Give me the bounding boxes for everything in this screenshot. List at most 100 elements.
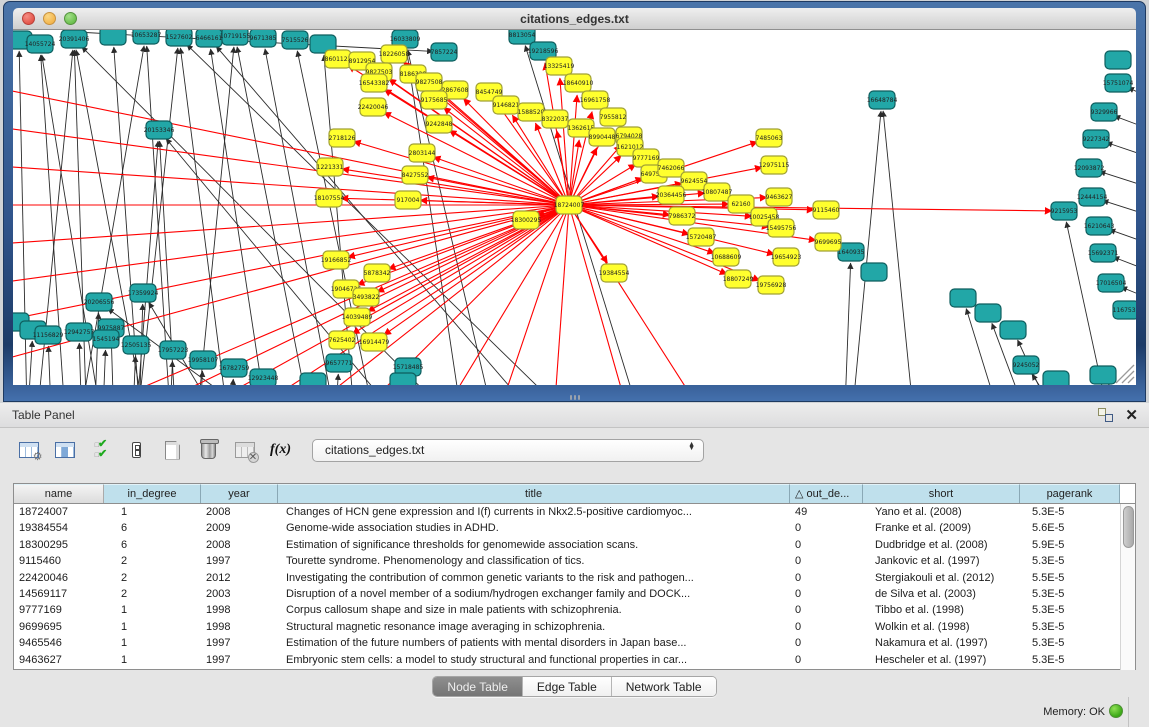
table-row[interactable]: 946554611997Estimation of the future num… bbox=[14, 635, 1135, 651]
graph-node[interactable]: 7625402 bbox=[329, 331, 356, 349]
network-canvas[interactable]: 1405572420391406106532871527602646616110… bbox=[13, 30, 1136, 385]
graph-node[interactable]: 9215953 bbox=[1051, 202, 1078, 220]
table-row[interactable]: 911546021997Tourette syndrome. Phenomeno… bbox=[14, 553, 1135, 569]
tab-edge-table[interactable]: Edge Table bbox=[523, 677, 612, 696]
column-header-title[interactable]: title bbox=[278, 484, 790, 503]
graph-edge-black[interactable] bbox=[1109, 385, 1136, 386]
graph-node[interactable]: 12093872 bbox=[1074, 159, 1105, 177]
graph-node[interactable]: 12942757 bbox=[64, 323, 95, 341]
graph-node[interactable]: 9827508 bbox=[416, 73, 443, 91]
graph-node[interactable]: 18226058 bbox=[379, 45, 410, 63]
graph-edge-black[interactable] bbox=[166, 139, 433, 386]
graph-node[interactable]: 6466161 bbox=[196, 30, 223, 47]
selection-mode-icon[interactable] bbox=[124, 438, 149, 463]
graph-edge-black[interactable] bbox=[193, 47, 234, 385]
new-document-icon[interactable] bbox=[160, 438, 185, 463]
graph-node[interactable] bbox=[390, 373, 416, 385]
graph-node[interactable]: 5878342 bbox=[364, 264, 391, 282]
graph-node[interactable]: 1527602 bbox=[166, 30, 193, 46]
graph-node[interactable]: 19756928 bbox=[756, 276, 787, 294]
graph-node[interactable]: 16782759 bbox=[219, 359, 250, 377]
column-visibility-icon[interactable] bbox=[52, 438, 77, 463]
graph-edge-black[interactable] bbox=[79, 343, 83, 385]
graph-edge-black[interactable] bbox=[211, 49, 273, 385]
column-header-name[interactable]: name bbox=[14, 484, 104, 503]
function-builder-icon[interactable]: f(x) bbox=[268, 438, 293, 463]
close-panel-icon[interactable]: ✕ bbox=[1125, 406, 1138, 424]
panel-splitter-handle[interactable] bbox=[567, 393, 583, 401]
graph-node[interactable]: 9242848 bbox=[426, 115, 453, 133]
vertical-scrollbar[interactable] bbox=[1120, 504, 1135, 670]
graph-edge-black[interactable] bbox=[180, 48, 233, 385]
graph-node[interactable]: 9463627 bbox=[766, 188, 793, 206]
column-header-pagerank[interactable]: pagerank bbox=[1020, 484, 1120, 503]
graph-node[interactable]: 1545194 bbox=[93, 330, 120, 348]
graph-edge-black[interactable] bbox=[168, 361, 173, 385]
window-titlebar[interactable]: citations_edges.txt bbox=[13, 8, 1136, 30]
graph-node[interactable] bbox=[1043, 371, 1069, 385]
graph-edge-red[interactable] bbox=[553, 205, 569, 385]
graph-edge-black[interactable] bbox=[101, 350, 106, 385]
column-header-out_degree[interactable]: △ out_de... bbox=[790, 484, 863, 503]
graph-node[interactable]: 7485063 bbox=[756, 129, 783, 147]
table-row[interactable]: 2242004622012Investigating the contribut… bbox=[14, 570, 1135, 586]
graph-node[interactable]: 14039489 bbox=[342, 308, 373, 326]
graph-node[interactable]: 9329966 bbox=[1091, 103, 1118, 121]
tab-node-table[interactable]: Node Table bbox=[433, 677, 523, 696]
graph-node[interactable]: 7462066 bbox=[658, 159, 685, 177]
graph-node[interactable]: 19384554 bbox=[599, 264, 630, 282]
graph-edge-black[interactable] bbox=[237, 47, 318, 385]
graph-node[interactable]: 12444154 bbox=[1077, 188, 1108, 206]
graph-node[interactable]: 12505135 bbox=[121, 336, 152, 354]
graph-node[interactable] bbox=[1090, 366, 1116, 384]
graph-edge-red[interactable] bbox=[13, 125, 569, 205]
graph-node[interactable]: 8427552 bbox=[402, 166, 429, 184]
graph-node[interactable]: 1588520 bbox=[518, 103, 545, 121]
graph-node[interactable]: 18807249 bbox=[723, 270, 754, 288]
row-check-selection-icon[interactable]: □✔□✔ bbox=[88, 438, 113, 463]
graph-node[interactable]: 9175685 bbox=[421, 91, 448, 109]
graph-node[interactable]: 12975115 bbox=[759, 156, 790, 174]
column-header-short[interactable]: short bbox=[863, 484, 1020, 503]
graph-node[interactable]: 15720487 bbox=[686, 228, 717, 246]
graph-node[interactable]: 1640935 bbox=[838, 243, 865, 261]
graph-node[interactable]: 18724007 bbox=[554, 196, 585, 214]
graph-node[interactable]: 9245052 bbox=[1013, 356, 1040, 374]
graph-node[interactable]: 20364456 bbox=[656, 186, 687, 204]
graph-edge-black[interactable] bbox=[1106, 143, 1136, 166]
graph-node[interactable]: 9227342 bbox=[1083, 130, 1110, 148]
graph-edge-red[interactable] bbox=[569, 205, 633, 385]
graph-node[interactable]: 16914479 bbox=[359, 333, 390, 351]
graph-node[interactable]: 1221331 bbox=[317, 158, 344, 176]
graph-node[interactable]: 18640910 bbox=[563, 74, 594, 92]
column-header-year[interactable]: year bbox=[201, 484, 278, 503]
graph-node[interactable]: 9146821 bbox=[493, 96, 520, 114]
graph-node[interactable]: 17957223 bbox=[158, 341, 189, 359]
graph-node[interactable]: 13325419 bbox=[544, 57, 575, 75]
table-row[interactable]: 946362711997Embryonic stem cells: a mode… bbox=[14, 652, 1135, 668]
table-row[interactable]: 977716911998Corpus callosum shape and si… bbox=[14, 602, 1135, 618]
graph-node[interactable]: 18107554 bbox=[314, 189, 345, 207]
create-table-settings-icon[interactable]: ⚙ bbox=[16, 438, 41, 463]
graph-node[interactable]: 17016504 bbox=[1096, 274, 1127, 292]
graph-node[interactable]: 8601123 bbox=[325, 50, 352, 68]
table-row[interactable]: 1456911722003Disruption of a novel membe… bbox=[14, 586, 1135, 602]
resize-grip-icon[interactable] bbox=[1116, 365, 1134, 383]
graph-node[interactable]: 15495756 bbox=[766, 219, 797, 237]
graph-node[interactable] bbox=[950, 289, 976, 307]
close-window-button[interactable] bbox=[22, 12, 35, 25]
graph-edge-black[interactable] bbox=[883, 111, 918, 385]
graph-edge-black[interactable] bbox=[333, 374, 338, 385]
graph-node[interactable]: 7857224 bbox=[431, 43, 458, 61]
minimize-window-button[interactable] bbox=[43, 12, 56, 25]
graph-node[interactable]: 10719155 bbox=[220, 30, 251, 45]
network-view-window[interactable]: citations_edges.txt 14055724203914061065… bbox=[3, 1, 1146, 402]
graph-node[interactable]: 9657771 bbox=[326, 354, 353, 372]
graph-node[interactable]: 10653287 bbox=[131, 30, 162, 44]
graph-node[interactable]: 10688609 bbox=[711, 248, 742, 266]
delete-trash-icon[interactable] bbox=[196, 438, 221, 463]
graph-node[interactable]: 19654923 bbox=[771, 248, 802, 266]
graph-node[interactable]: 8990448 bbox=[589, 128, 616, 146]
graph-node[interactable]: 1167533 bbox=[1113, 301, 1136, 319]
graph-node[interactable]: 3493822 bbox=[353, 288, 380, 306]
